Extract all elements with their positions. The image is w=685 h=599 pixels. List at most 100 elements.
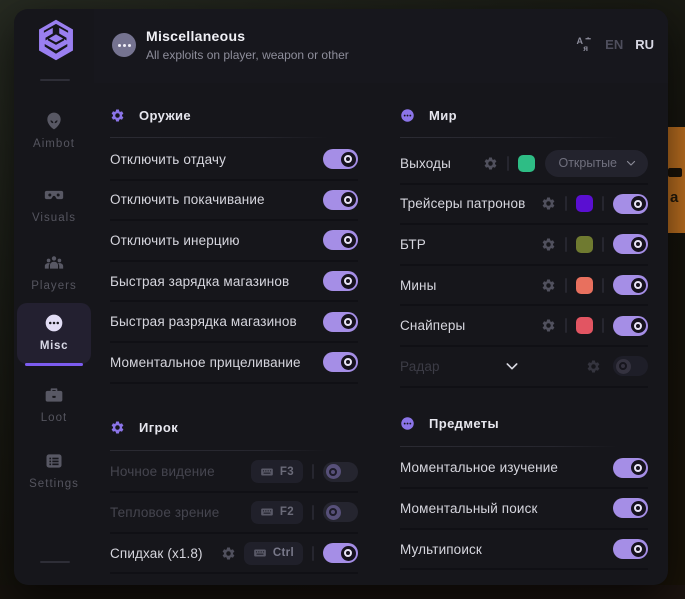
gear-icon[interactable] bbox=[483, 156, 498, 171]
option-row: Быстрая разрядка магазинов bbox=[110, 302, 358, 343]
toggle-switch[interactable] bbox=[613, 498, 648, 518]
section-title: Игрок bbox=[139, 420, 178, 435]
option-row: Снайперы bbox=[400, 306, 648, 347]
option-row: Выходы Открытые bbox=[400, 144, 648, 185]
toggle-knob bbox=[631, 460, 646, 475]
lang-en-button[interactable]: EN bbox=[605, 37, 623, 52]
section-title: Оружие bbox=[139, 108, 191, 123]
sidebar-item-label: Loot bbox=[41, 412, 68, 424]
option-label: Отключить отдачу bbox=[110, 152, 226, 167]
chevron-down-icon[interactable] bbox=[504, 358, 520, 374]
sidebar-item-misc[interactable]: Misc bbox=[17, 303, 91, 364]
toggle-knob bbox=[326, 464, 341, 479]
toggle-knob bbox=[341, 233, 356, 248]
option-label: Снайперы bbox=[400, 318, 465, 333]
hotkey-badge[interactable]: F2 bbox=[251, 501, 303, 524]
sidebar-item-label: Aimbot bbox=[33, 138, 75, 150]
sign-mark bbox=[668, 168, 682, 177]
toggle-switch[interactable] bbox=[323, 352, 358, 372]
section-divider bbox=[110, 137, 328, 138]
divider bbox=[565, 278, 567, 293]
exits-dropdown[interactable]: Открытые bbox=[545, 150, 648, 177]
option-row: Трейсеры патронов bbox=[400, 185, 648, 226]
color-swatch[interactable] bbox=[576, 277, 593, 294]
option-label: Моментальное прицеливание bbox=[110, 355, 301, 370]
toggle-switch[interactable] bbox=[613, 316, 648, 336]
row-controls: F3 bbox=[251, 460, 358, 483]
option-label: Ночное видение bbox=[110, 464, 215, 479]
color-swatch[interactable] bbox=[576, 317, 593, 334]
row-controls: Открытые bbox=[483, 150, 648, 177]
toggle-switch[interactable] bbox=[613, 539, 648, 559]
toggle-knob bbox=[341, 546, 356, 561]
toggle-switch[interactable] bbox=[323, 502, 358, 522]
sidebar-item-visuals[interactable]: Visuals bbox=[17, 175, 91, 236]
option-label: Мультипоиск bbox=[400, 542, 482, 557]
toggle-knob bbox=[631, 318, 646, 333]
toggle-switch[interactable] bbox=[613, 234, 648, 254]
hotkey-badge[interactable]: F3 bbox=[251, 460, 303, 483]
color-swatch[interactable] bbox=[576, 236, 593, 253]
sidebar-item-loot[interactable]: Loot bbox=[17, 375, 91, 436]
option-row: Быстрая зарядка магазинов bbox=[110, 262, 358, 303]
toggle-switch[interactable] bbox=[613, 356, 648, 376]
divider bbox=[602, 196, 604, 211]
sidebar: Aimbot Visuals Players Misc Loot Setting… bbox=[14, 9, 94, 585]
sidebar-item-label: Misc bbox=[40, 340, 68, 352]
spacer bbox=[606, 359, 608, 374]
color-swatch[interactable] bbox=[576, 195, 593, 212]
misc-ellipsis-avatar-icon bbox=[112, 33, 136, 57]
right-column: Мир Выходы Открытые Трейсеры патронов bbox=[400, 101, 648, 570]
toggle-switch[interactable] bbox=[323, 312, 358, 332]
ellipsis-icon bbox=[44, 313, 64, 333]
keyboard-icon bbox=[253, 546, 267, 560]
divider bbox=[312, 505, 314, 520]
toggle-switch[interactable] bbox=[613, 275, 648, 295]
toggle-switch[interactable] bbox=[613, 194, 648, 214]
option-label: Радар bbox=[400, 359, 440, 374]
goggles-icon bbox=[44, 185, 64, 205]
toggle-switch[interactable] bbox=[323, 149, 358, 169]
section-title: Мир bbox=[429, 108, 457, 123]
gear-icon[interactable] bbox=[541, 278, 556, 293]
toggle-knob bbox=[631, 196, 646, 211]
gear-icon[interactable] bbox=[586, 359, 601, 374]
toggle-knob bbox=[326, 505, 341, 520]
option-label: Моментальный поиск bbox=[400, 501, 538, 516]
toggle-switch[interactable] bbox=[323, 271, 358, 291]
option-row: Моментальный поиск bbox=[400, 489, 648, 530]
toggle-switch[interactable] bbox=[323, 462, 358, 482]
option-row: Моментальное изучение bbox=[400, 449, 648, 490]
toggle-knob bbox=[631, 237, 646, 252]
gear-icon[interactable] bbox=[541, 318, 556, 333]
gear-icon[interactable] bbox=[221, 546, 236, 561]
option-label: Быстрая разрядка магазинов bbox=[110, 314, 297, 329]
toggle-switch[interactable] bbox=[613, 458, 648, 478]
sidebar-item-players[interactable]: Players bbox=[17, 243, 91, 304]
left-column: Оружие Отключить отдачу Отключить покачи… bbox=[110, 101, 358, 574]
divider bbox=[507, 156, 509, 171]
option-row-radar: Радар bbox=[400, 347, 648, 388]
dropdown-value: Открытые bbox=[558, 156, 617, 170]
gear-icon[interactable] bbox=[541, 237, 556, 252]
option-label: Отключить инерцию bbox=[110, 233, 240, 248]
gear-icon[interactable] bbox=[541, 196, 556, 211]
toggle-knob bbox=[631, 278, 646, 293]
hotkey-badge[interactable]: Ctrl bbox=[244, 542, 303, 565]
divider bbox=[312, 464, 314, 479]
option-label: Спидхак (x1.8) bbox=[110, 546, 203, 561]
toggle-switch[interactable] bbox=[323, 230, 358, 250]
sidebar-item-settings[interactable]: Settings bbox=[17, 441, 91, 502]
option-row: Отключить отдачу bbox=[110, 140, 358, 181]
sidebar-divider bbox=[40, 79, 70, 81]
color-swatch[interactable] bbox=[518, 155, 535, 172]
option-label: Быстрая зарядка магазинов bbox=[110, 274, 289, 289]
lang-ru-button[interactable]: RU bbox=[635, 37, 654, 52]
sidebar-item-aimbot[interactable]: Aimbot bbox=[17, 101, 91, 162]
toggle-switch[interactable] bbox=[323, 190, 358, 210]
page-header: Miscellaneous All exploits on player, we… bbox=[94, 9, 668, 83]
toggle-knob bbox=[631, 501, 646, 516]
gear-icon bbox=[110, 108, 125, 123]
spacer bbox=[239, 546, 241, 561]
toggle-switch[interactable] bbox=[323, 543, 358, 563]
